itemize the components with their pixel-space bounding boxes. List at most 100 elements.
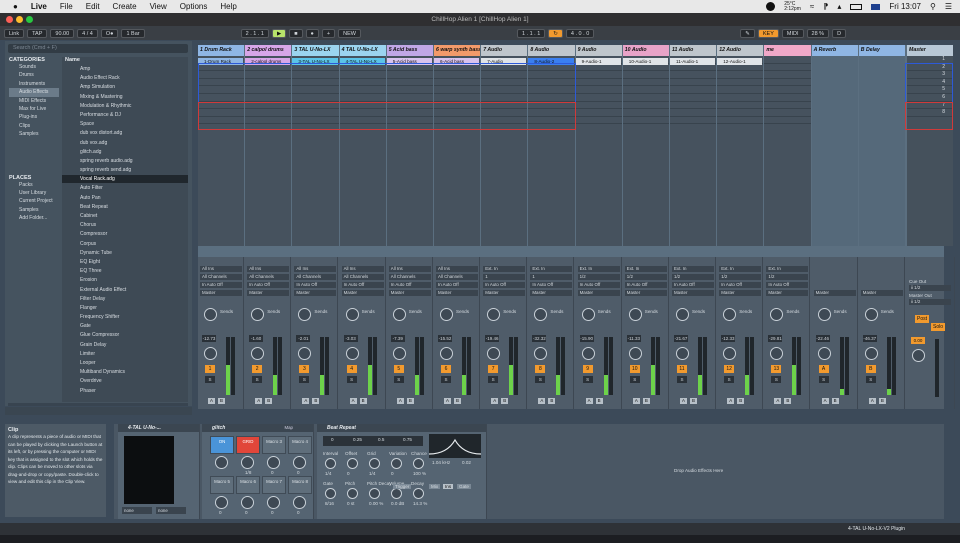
input-type-select[interactable]: All Ins — [436, 266, 478, 272]
pan-knob[interactable] — [298, 347, 312, 360]
browser-item[interactable]: Frequency Shifter — [62, 313, 188, 323]
tap-button[interactable]: TAP — [27, 28, 48, 38]
macro-knob[interactable] — [215, 456, 228, 469]
quantization-menu[interactable]: 1 Bar — [121, 28, 145, 38]
flag-icon[interactable] — [871, 3, 881, 10]
track-activator[interactable]: 8 — [535, 365, 546, 373]
param-knob[interactable] — [413, 458, 424, 469]
param-knob[interactable] — [325, 458, 336, 469]
input-type-select[interactable]: Ext. In — [672, 266, 714, 272]
crossfade-b[interactable]: B — [737, 398, 745, 404]
pan-knob[interactable] — [864, 347, 878, 360]
browser-item[interactable]: Mixing & Mastering — [62, 93, 188, 102]
crossfade-b[interactable]: B — [501, 398, 509, 404]
browser-item[interactable]: Beat Repeat — [62, 203, 188, 212]
track-activator[interactable]: 10 — [629, 365, 640, 373]
output-select[interactable]: Master — [624, 290, 667, 296]
menu-help[interactable]: Help — [220, 2, 236, 11]
monitor-switch[interactable]: In Auto Off — [577, 282, 620, 288]
track-header-2[interactable]: 2 calpol drums — [245, 45, 292, 56]
input-type-select[interactable]: All Ins — [294, 266, 337, 272]
solo-button[interactable]: S — [535, 376, 546, 383]
monitor-switch[interactable]: In Auto Off — [530, 282, 573, 288]
time-signature[interactable]: 4 / 4 — [77, 28, 98, 38]
crossfade-a[interactable]: A — [491, 398, 499, 404]
stop-button[interactable]: ■ — [289, 28, 303, 38]
volume-value[interactable]: -1.60 — [249, 335, 264, 342]
solo-cue-button[interactable]: Solo — [931, 323, 945, 331]
crossfade-b[interactable]: B — [359, 398, 367, 404]
solo-button[interactable]: S — [724, 376, 735, 383]
pan-knob[interactable] — [392, 347, 406, 360]
send-knob[interactable] — [392, 308, 406, 321]
send-knob[interactable] — [204, 308, 217, 321]
send-knob[interactable] — [487, 308, 501, 321]
master-volume-value[interactable]: 0.00 — [911, 337, 925, 344]
crossfade-b[interactable]: B — [406, 398, 414, 404]
browser-item[interactable]: Cabinet — [62, 212, 188, 222]
input-type-select[interactable]: All Ins — [388, 266, 431, 272]
clip-slot[interactable] — [575, 86, 622, 94]
clock[interactable]: Fri 13:07 — [889, 2, 921, 11]
browser-item[interactable]: Vocal Rack.adg — [62, 175, 188, 185]
crossfade-a[interactable]: A — [727, 398, 735, 404]
track-activator[interactable]: 3 — [299, 365, 310, 373]
clip-slot[interactable] — [764, 117, 811, 125]
loop-length[interactable]: 4 . 0 . 0 — [565, 28, 595, 38]
track-header-13[interactable]: me — [764, 45, 811, 56]
clip-slot[interactable] — [622, 117, 669, 125]
output-select[interactable]: Master — [341, 290, 384, 296]
solo-button[interactable]: S — [865, 376, 876, 383]
output-select[interactable]: Master — [813, 290, 856, 296]
clip-slot[interactable] — [717, 71, 764, 79]
clip-slot[interactable] — [575, 71, 622, 79]
input-type-select[interactable]: All Ins — [247, 266, 290, 272]
place-samples[interactable]: Samples — [9, 206, 59, 214]
macro-7[interactable]: Macro 7 — [262, 476, 286, 494]
clip-slot[interactable] — [622, 94, 669, 102]
clip-slot[interactable] — [622, 109, 669, 117]
menu-file[interactable]: File — [60, 2, 73, 11]
input-type-select[interactable]: Ext. In — [577, 266, 620, 272]
send-knob[interactable] — [251, 308, 265, 321]
clip-slot[interactable] — [575, 109, 622, 117]
pan-knob[interactable] — [440, 347, 453, 360]
pan-knob[interactable] — [251, 347, 265, 360]
volume-value[interactable]: -19.46 — [485, 335, 500, 342]
input-type-select[interactable]: Ext. In — [766, 266, 809, 272]
volume-value[interactable]: -15.52 — [438, 335, 452, 342]
track-activator[interactable]: 13 — [771, 365, 782, 373]
gate-button[interactable]: Gate — [457, 484, 471, 489]
crossfade-b[interactable]: B — [690, 398, 697, 404]
category-clips[interactable]: Clips — [9, 122, 59, 130]
place-add-folder-[interactable]: Add Folder... — [9, 214, 59, 222]
macro-knob[interactable] — [267, 456, 280, 469]
volume-value[interactable]: -11.33 — [626, 335, 641, 342]
input-channel-select[interactable]: All Channels — [200, 274, 242, 280]
browser-item[interactable]: Dynamic Tube — [62, 249, 188, 258]
crossfade-a[interactable]: A — [632, 398, 640, 404]
send-knob[interactable] — [534, 308, 548, 321]
clip-slot[interactable] — [575, 117, 622, 125]
clip-slot[interactable] — [670, 79, 717, 87]
record-button[interactable]: ● — [305, 28, 319, 38]
browser-item[interactable]: Amp — [62, 65, 188, 75]
key-map-button[interactable]: KEY — [757, 28, 779, 38]
solo-button[interactable]: S — [252, 376, 263, 383]
crossfade-a[interactable]: A — [868, 398, 876, 404]
app-menu[interactable]: Live — [31, 2, 47, 11]
monitor-switch[interactable]: In Auto Off — [294, 282, 337, 288]
loop-start[interactable]: 1 . 1 . 1 — [516, 28, 546, 38]
macro-knob[interactable] — [293, 496, 306, 509]
macro-knob[interactable] — [267, 496, 280, 509]
send-knob[interactable] — [440, 308, 453, 321]
output-select[interactable]: Master — [530, 290, 573, 296]
name-column-header[interactable]: Name — [62, 57, 188, 65]
macro-knob[interactable] — [293, 456, 306, 469]
post-button[interactable]: Post — [915, 315, 929, 323]
macro-8[interactable]: Macro 8 — [288, 476, 312, 494]
monitor-switch[interactable]: In Auto Off — [388, 282, 431, 288]
input-channel-select[interactable]: 1/2 — [766, 274, 809, 280]
close-window-button[interactable] — [6, 16, 13, 23]
volume-value[interactable]: -21.67 — [674, 335, 688, 342]
